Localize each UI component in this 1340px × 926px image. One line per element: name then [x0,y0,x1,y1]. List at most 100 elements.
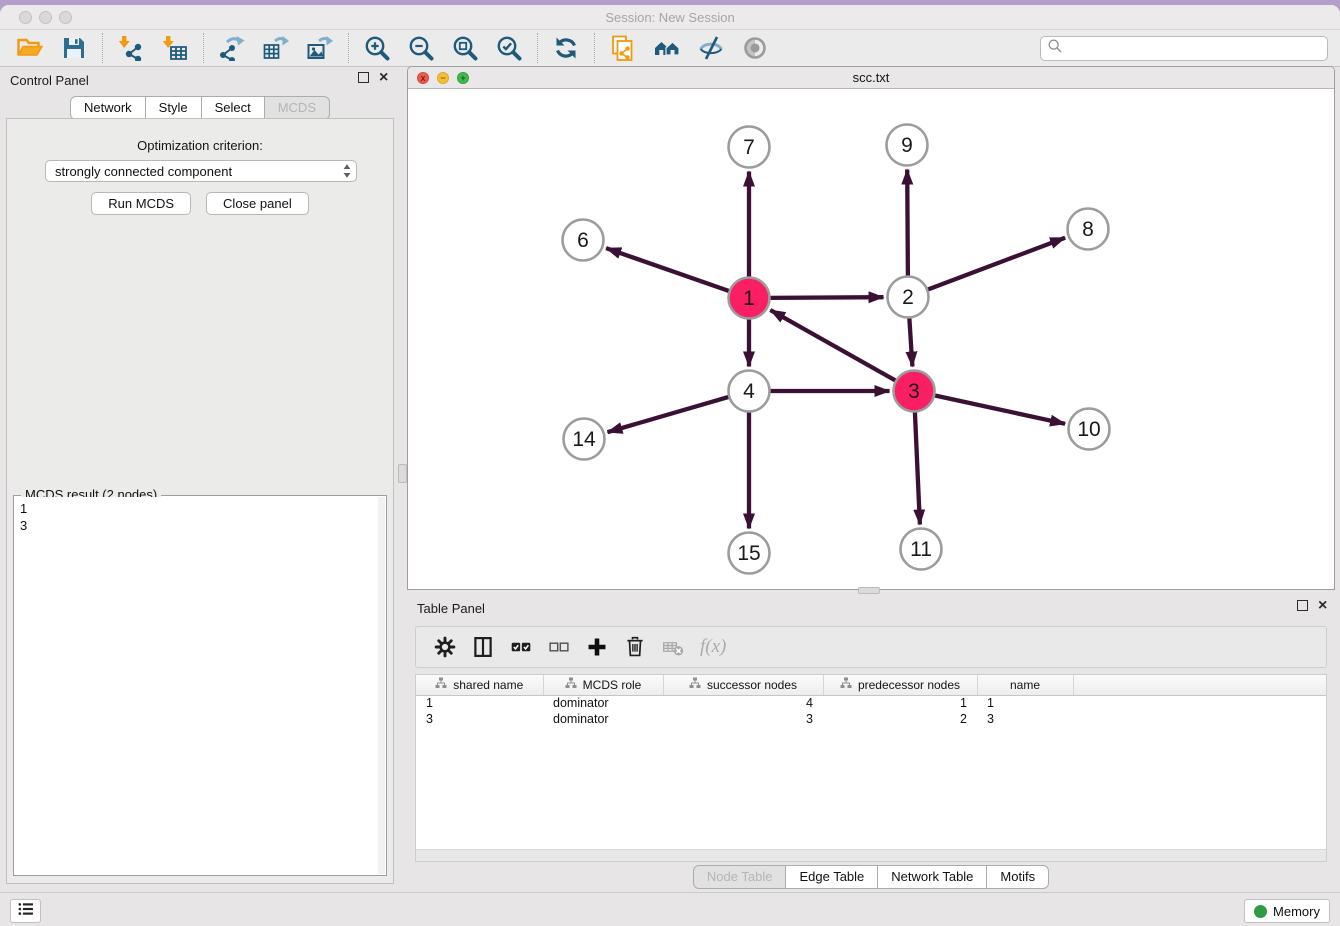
edge-2-9[interactable] [907,170,908,279]
node-8[interactable]: 8 [1068,209,1109,250]
deselect-all-columns-icon[interactable] [547,635,571,659]
table-panel-float-icon[interactable] [1297,600,1308,611]
table-cell[interactable]: 1 [977,695,1073,711]
edge-3-10[interactable] [932,395,1065,424]
tab-motifs[interactable]: Motifs [986,865,1049,889]
toolbar-separator [537,33,538,63]
column-header-name[interactable]: name [977,675,1073,695]
tab-mcds[interactable]: MCDS [264,96,330,120]
network-canvas-svg[interactable]: 7 9 6 8 1 2 4 3 14 10 15 11 [408,89,1334,590]
column-header-successor-nodes[interactable]: successor nodes [663,675,823,695]
node-10[interactable]: 10 [1069,409,1110,450]
table-cell[interactable]: 2 [823,711,977,727]
hide-selected-icon[interactable] [697,34,725,62]
table-panel-title: Table Panel [417,601,485,616]
memory-status-icon [1254,905,1267,918]
app-titlebar: Session: New Session [0,5,1340,30]
column-header-MCDS-role[interactable]: MCDS role [543,675,663,695]
network-canvas[interactable]: 7 9 6 8 1 2 4 3 14 10 15 11 [408,89,1334,590]
show-all-icon [741,34,769,62]
node-4[interactable]: 4 [729,371,770,412]
tab-network-table[interactable]: Network Table [877,865,987,889]
status-bar: Memory [0,892,1340,926]
node-9[interactable]: 9 [887,125,928,166]
new-network-from-selection-icon[interactable] [609,34,637,62]
table-panel-close-icon[interactable]: × [1318,600,1327,611]
tab-node-table[interactable]: Node Table [693,865,787,889]
table-cell[interactable]: 3 [416,711,543,727]
node-label: 11 [910,538,932,561]
close-panel-button[interactable]: Close panel [206,192,309,215]
export-image-icon[interactable] [306,34,334,62]
import-network-icon[interactable] [117,34,145,62]
node-label: 10 [1077,418,1100,441]
tree-sort-icon [565,677,577,692]
export-table-icon[interactable] [262,34,290,62]
select-all-columns-icon[interactable] [509,635,533,659]
memory-button[interactable]: Memory [1244,899,1330,923]
delete-columns-icon[interactable] [623,635,647,659]
mcds-result-list[interactable]: 1 3 [15,497,378,874]
table-settings-icon[interactable] [433,635,457,659]
optimization-criterion-label: Optimization criterion: [7,138,393,153]
column-header-shared-name[interactable]: shared name [416,675,543,695]
panel-splitter-handle[interactable] [398,464,407,483]
edge-1-6[interactable] [606,248,731,292]
tab-select[interactable]: Select [201,96,265,120]
show-columns-icon[interactable] [471,635,495,659]
network-window-titlebar[interactable]: x−+ scc.txt [408,67,1334,89]
node-14[interactable]: 14 [564,419,605,460]
table-cell[interactable]: 3 [977,711,1073,727]
search-input[interactable] [1064,38,1327,59]
table-cell[interactable]: 1 [823,695,977,711]
tab-edge-table[interactable]: Edge Table [785,865,878,889]
edge-3-1[interactable] [770,310,898,382]
zoom-selected-icon[interactable] [495,34,523,62]
mcds-result-scrollbar[interactable] [378,497,385,874]
save-session-icon[interactable] [60,34,88,62]
run-mcds-button[interactable]: Run MCDS [91,192,191,215]
control-panel-float-icon[interactable] [358,72,369,83]
task-history-button[interactable] [10,899,41,923]
node-11[interactable]: 11 [901,529,942,570]
import-table-icon[interactable] [161,34,189,62]
apply-layout-icon[interactable] [552,34,580,62]
tab-network[interactable]: Network [70,96,146,120]
control-panel-title: Control Panel [10,73,89,88]
table-cell[interactable]: 4 [663,695,823,711]
network-table-splitter-handle[interactable] [858,587,880,594]
zoom-in-icon[interactable] [363,34,391,62]
edge-2-3[interactable] [909,316,912,367]
edge-4-14[interactable] [608,396,732,432]
app-title: Session: New Session [0,10,1340,25]
column-header-predecessor-nodes[interactable]: predecessor nodes [823,675,977,695]
node-2[interactable]: 2 [888,277,929,318]
zoom-fit-icon[interactable] [451,34,479,62]
edge-2-8[interactable] [925,238,1065,291]
edge-1-2[interactable] [768,297,884,298]
edge-3-11[interactable] [915,410,920,525]
first-neighbors-icon[interactable] [653,34,681,62]
table-hscroll-track[interactable] [416,849,1326,861]
table-cell[interactable]: 1 [416,695,543,711]
table-row[interactable]: 3dominator323 [416,711,1326,727]
node-6[interactable]: 6 [563,220,604,261]
export-network-icon[interactable] [218,34,246,62]
function-builder-icon: f(x) [700,636,726,658]
table-row[interactable]: 1dominator411 [416,695,1326,711]
table-cell[interactable]: 3 [663,711,823,727]
optimization-criterion-dropdown[interactable]: strongly connected component [45,160,357,182]
node-15[interactable]: 15 [729,533,770,574]
control-panel-close-icon[interactable]: × [379,72,388,83]
table-cell[interactable]: dominator [543,695,663,711]
search-box[interactable] [1040,36,1328,61]
open-session-icon[interactable] [16,34,44,62]
node-1[interactable]: 1 [729,278,770,319]
node-3[interactable]: 3 [894,371,935,412]
zoom-out-icon[interactable] [407,34,435,62]
node-7[interactable]: 7 [729,127,770,168]
table-cell[interactable]: dominator [543,711,663,727]
node-label: 14 [572,428,596,451]
add-column-icon[interactable] [585,635,609,659]
tab-style[interactable]: Style [145,96,202,120]
